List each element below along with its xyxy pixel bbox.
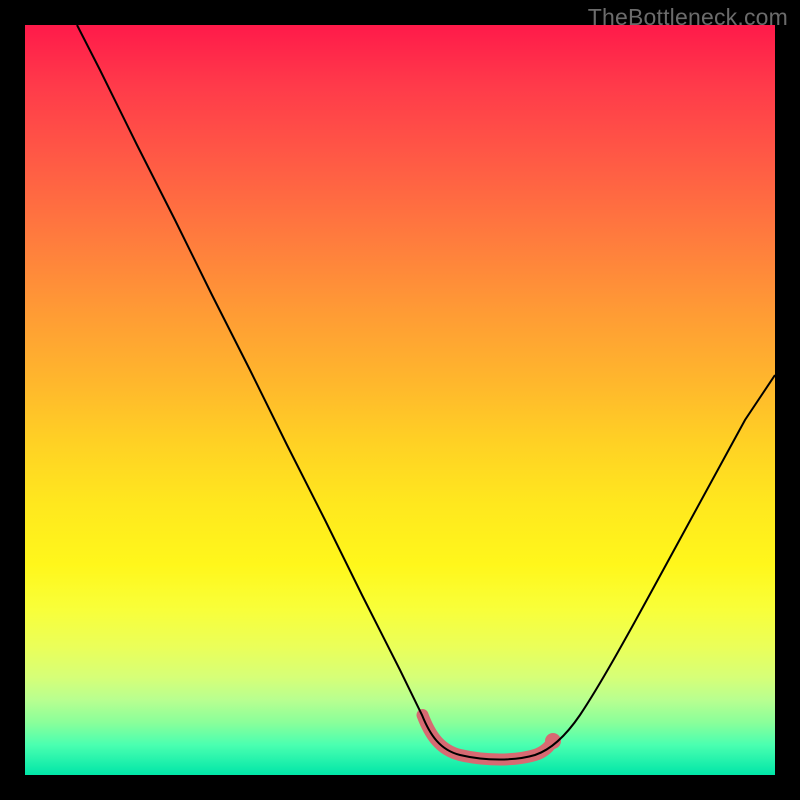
chart-svg bbox=[25, 25, 775, 775]
optimal-range-highlight bbox=[423, 715, 551, 760]
chart-frame: TheBottleneck.com bbox=[0, 0, 800, 800]
plot-area bbox=[25, 25, 775, 775]
watermark-text: TheBottleneck.com bbox=[588, 4, 788, 31]
bottleneck-curve bbox=[77, 25, 775, 760]
